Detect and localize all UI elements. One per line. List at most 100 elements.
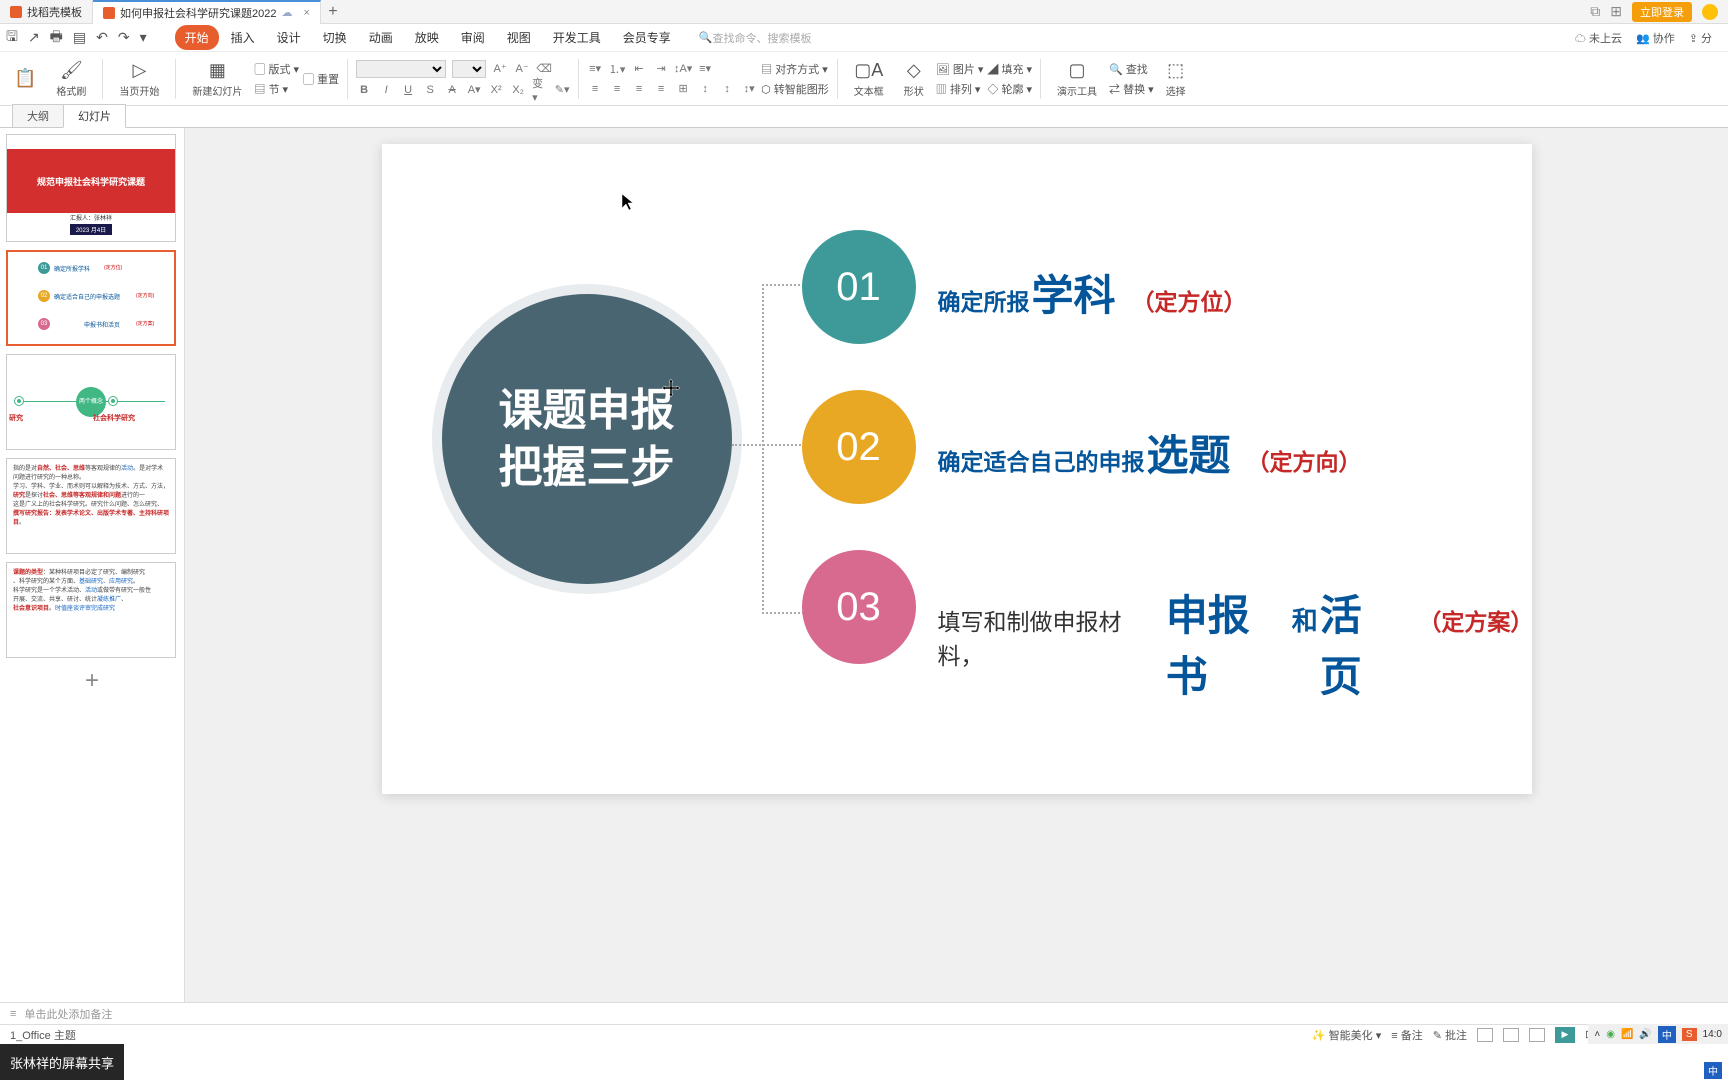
bullets-icon[interactable]: ≡▾ (587, 61, 603, 77)
align-left-icon[interactable]: ≡ (587, 81, 603, 97)
slide-thumb-1[interactable]: 规范申报社会科学研究课题 汇报人：张林祥 2023 月4日 (6, 134, 176, 242)
slide-thumb-3[interactable]: 两个概念 研究 社会科学研究 (6, 354, 176, 450)
slide-thumb-4[interactable]: 指的是对自然、社会、思维等客观规律的活动。是对学术问题进行研究的一种总称。 学习… (6, 458, 176, 554)
search-box[interactable]: 🔍 查找命令、搜索模板 (699, 30, 812, 46)
slide-thumb-5[interactable]: 课题的类型：某种科研项目必定了研究、编制研究 、科学研究的某个方面、基础研究、应… (6, 562, 176, 658)
collab-button[interactable]: 👥 协作 (1636, 30, 1675, 46)
tray-app-icon[interactable]: ◉ (1606, 1029, 1615, 1040)
number-circle-3[interactable]: 03 (802, 550, 916, 664)
login-button[interactable]: 立即登录 (1632, 2, 1692, 22)
font-size-select[interactable] (452, 60, 486, 78)
picture-button[interactable]: 🖼 图片 ▾ (936, 61, 984, 77)
tray-chevron-icon[interactable]: ˄ (1594, 1029, 1600, 1040)
demo-tools[interactable]: ▢演示工具 (1049, 60, 1105, 98)
outdent-icon[interactable]: ⇤ (631, 61, 647, 77)
ime-icon-3[interactable]: 中 (1704, 1062, 1722, 1079)
outline-button[interactable]: ◇ 轮廓 ▾ (987, 81, 1032, 97)
template-tab[interactable]: 找稻壳模板 (0, 0, 93, 24)
preview-icon[interactable]: ▤ (73, 29, 86, 46)
indent-icon[interactable]: ⇥ (653, 61, 669, 77)
layout1-icon[interactable]: ⧉ (1590, 3, 1600, 20)
char-effect-icon[interactable]: 变▾ (532, 82, 548, 98)
export-icon[interactable]: ↗ (28, 29, 40, 46)
slideshow-button[interactable]: ▶ (1555, 1027, 1575, 1043)
paste-group[interactable]: 📋 (6, 68, 44, 89)
ime-icon-2[interactable]: S (1682, 1028, 1697, 1041)
ime-icon-1[interactable]: 中 (1658, 1026, 1676, 1043)
normal-view-icon[interactable] (1477, 1028, 1493, 1042)
menu-start[interactable]: 开始 (175, 25, 219, 50)
menu-devtools[interactable]: 开发工具 (543, 25, 611, 50)
align-center-icon[interactable]: ≡ (609, 81, 625, 97)
replace-button[interactable]: ⇄ 替换 ▾ (1109, 81, 1154, 97)
item-text-2[interactable]: 确定适合自己的申报 选题 （定方向） (938, 422, 1362, 483)
layout2-icon[interactable]: ⊞ (1610, 3, 1622, 20)
tray-wifi-icon[interactable]: 📶 (1621, 1029, 1633, 1040)
menu-slideshow[interactable]: 放映 (405, 25, 449, 50)
underline-icon[interactable]: U (400, 82, 416, 98)
format-painter[interactable]: 🖌格式刷 (48, 60, 94, 98)
play-current[interactable]: ▷当页开始 (111, 60, 167, 98)
new-slide[interactable]: ▦新建幻灯片 (184, 60, 250, 98)
share-button[interactable]: ⇪ 分 (1689, 30, 1712, 46)
italic-icon[interactable]: I (378, 82, 394, 98)
new-tab-button[interactable]: + (321, 3, 345, 21)
menu-transition[interactable]: 切换 (313, 25, 357, 50)
avatar-icon[interactable] (1702, 4, 1718, 20)
bold-icon[interactable]: B (356, 82, 372, 98)
add-slide-button[interactable]: + (6, 666, 178, 696)
reading-view-icon[interactable] (1529, 1028, 1545, 1042)
main-circle[interactable]: 课题申报 把握三步 (442, 294, 732, 584)
find-button[interactable]: 🔍 查找 (1109, 61, 1154, 77)
qat-dropdown-icon[interactable]: ▾ (140, 29, 147, 46)
highlight-icon[interactable]: ✎▾ (554, 82, 570, 98)
align-button[interactable]: ▤ 对齐方式 ▾ (761, 61, 829, 77)
redo-icon[interactable]: ↷ (118, 29, 130, 46)
beautify-button[interactable]: ✨ 智能美化 ▾ (1312, 1027, 1381, 1043)
menu-member[interactable]: 会员专享 (613, 25, 681, 50)
smartart-button[interactable]: ⬡ 转智能图形 (761, 81, 829, 97)
slide-canvas[interactable]: 课题申报 把握三步 01 02 03 确定所报 学科 （定方位） 确定适合自己的… (382, 144, 1532, 794)
print-icon[interactable]: 🖶 (50, 26, 63, 50)
undo-icon[interactable]: ↶ (96, 29, 108, 46)
numbering-icon[interactable]: ⒈▾ (609, 61, 625, 77)
strike-icon[interactable]: A (444, 82, 460, 98)
cloud-status[interactable]: ☁ 未上云 (1575, 30, 1622, 46)
menu-design[interactable]: 设计 (267, 25, 311, 50)
number-circle-1[interactable]: 01 (802, 230, 916, 344)
shadow-icon[interactable]: S (422, 82, 438, 98)
spacing3-icon[interactable]: ↕▾ (741, 81, 757, 97)
increase-font-icon[interactable]: A⁺ (492, 61, 508, 77)
spacing2-icon[interactable]: ↕ (719, 81, 735, 97)
number-circle-2[interactable]: 02 (802, 390, 916, 504)
font-family-select[interactable] (356, 60, 446, 78)
spacing1-icon[interactable]: ↕ (697, 81, 713, 97)
line-spacing-icon[interactable]: ≡▾ (697, 61, 713, 77)
save-icon[interactable]: 🖫 (6, 26, 18, 50)
menu-insert[interactable]: 插入 (221, 25, 265, 50)
decrease-font-icon[interactable]: A⁻ (514, 61, 530, 77)
align-right-icon[interactable]: ≡ (631, 81, 647, 97)
subscript-icon[interactable]: X₂ (510, 82, 526, 98)
doc-tab[interactable]: 如何申报社会科学研究课题2022 ☁ × (93, 0, 321, 24)
menu-animation[interactable]: 动画 (359, 25, 403, 50)
text-direction-icon[interactable]: ↕A▾ (675, 61, 691, 77)
textbox-button[interactable]: ▢A文本框 (846, 60, 892, 98)
slide-editor[interactable]: 课题申报 把握三步 01 02 03 确定所报 学科 （定方位） 确定适合自己的… (185, 128, 1728, 1002)
menu-review[interactable]: 审阅 (451, 25, 495, 50)
font-color-icon[interactable]: A▾ (466, 82, 482, 98)
section-button[interactable]: ▤ 节 ▾ (254, 81, 299, 97)
tab-slides[interactable]: 幻灯片 (63, 104, 126, 128)
select-button[interactable]: ⬚选择 (1158, 60, 1194, 98)
layout-button[interactable]: ▢ 版式 ▾ (254, 61, 299, 77)
comments-toggle[interactable]: ✎ 批注 (1433, 1027, 1467, 1043)
distribute-icon[interactable]: ⊞ (675, 81, 691, 97)
superscript-icon[interactable]: X² (488, 82, 504, 98)
slide-thumb-2[interactable]: 01 确定所报学科 (定方位) 02 确定适合自己的申报选题 (定方向) 03 … (6, 250, 176, 346)
tray-volume-icon[interactable]: 🔊 (1639, 1029, 1651, 1040)
sorter-view-icon[interactable] (1503, 1028, 1519, 1042)
notes-toggle[interactable]: ≡ 备注 (1391, 1027, 1422, 1043)
tab-outline[interactable]: 大纲 (12, 104, 64, 127)
item-text-3[interactable]: 填写和制做申报材料， 申报书 和 活页 （定方案） (938, 582, 1532, 704)
close-icon[interactable]: × (303, 7, 309, 19)
